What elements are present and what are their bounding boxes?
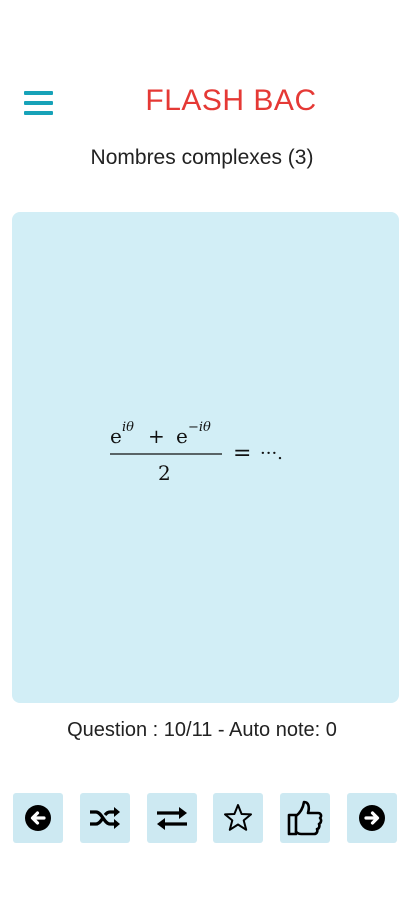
next-arrow-icon bbox=[359, 805, 385, 831]
formula-denominator: 2 bbox=[158, 461, 171, 485]
swap-arrows-icon bbox=[157, 807, 187, 830]
formula-base-1: e bbox=[110, 424, 122, 448]
toolbar bbox=[0, 793, 404, 845]
star-outline-icon bbox=[224, 804, 252, 831]
shuffle-button[interactable] bbox=[80, 793, 130, 843]
like-button[interactable] bbox=[280, 793, 330, 843]
thumbs-up-icon bbox=[287, 800, 323, 836]
previous-button[interactable] bbox=[13, 793, 63, 843]
swap-button[interactable] bbox=[147, 793, 197, 843]
formula-equals: = bbox=[233, 441, 251, 466]
deck-title: Nombres complexes (3) bbox=[90, 146, 314, 169]
favorite-button[interactable] bbox=[213, 793, 263, 843]
formula-ellipsis: ···. bbox=[260, 443, 283, 464]
app-title: FLASH BAC bbox=[145, 84, 317, 117]
previous-arrow-icon bbox=[25, 805, 51, 831]
question-status: Question : 10/11 - Auto note: 0 bbox=[67, 719, 337, 741]
next-button[interactable] bbox=[347, 793, 397, 843]
hamburger-menu-icon[interactable] bbox=[24, 91, 54, 117]
formula-exponent-2: −iθ bbox=[188, 420, 211, 435]
formula-plus: + bbox=[148, 424, 165, 448]
flashcard-formula: e iθ + e −iθ 2 = ···. bbox=[108, 418, 308, 488]
formula-exponent-1: iθ bbox=[122, 420, 134, 435]
formula-base-2: e bbox=[176, 424, 188, 448]
shuffle-icon bbox=[90, 807, 120, 829]
